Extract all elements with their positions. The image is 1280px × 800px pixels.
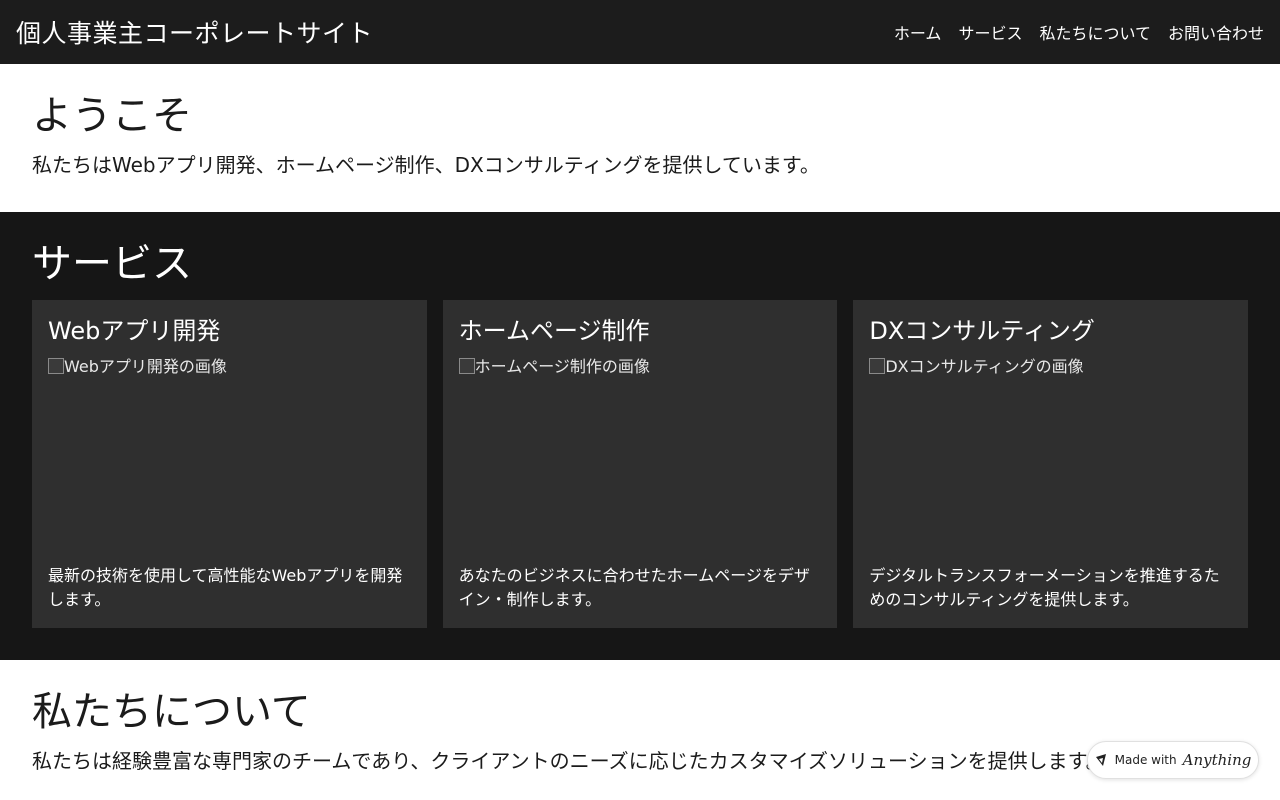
welcome-heading: ようこそ xyxy=(32,93,192,139)
service-image-alt: Webアプリ開発の画像 xyxy=(64,357,227,376)
service-card-webapp: Webアプリ開発 Webアプリ開発の画像 最新の技術を使用して高性能なWebアプ… xyxy=(32,300,427,628)
broken-image-icon xyxy=(458,358,475,374)
broken-image-icon xyxy=(869,358,886,374)
service-card-title: DXコンサルティング xyxy=(869,317,1095,345)
site-header: 個人事業主コーポレートサイト ホーム サービス 私たちについて お問い合わせ xyxy=(0,0,1280,64)
about-heading: 私たちについて xyxy=(32,689,311,735)
service-card-homepage: ホームページ制作 ホームページ制作の画像 あなたのビジネスに合わせたホームページ… xyxy=(442,300,838,628)
service-image-homepage: ホームページ制作の画像 xyxy=(458,356,822,544)
service-card-title: ホームページ制作 xyxy=(458,317,650,345)
service-card-title: Webアプリ開発 xyxy=(48,317,221,345)
services-section: サービス Webアプリ開発 Webアプリ開発の画像 最新の技術を使用して高性能な… xyxy=(0,212,1280,660)
about-text: 私たちは経験豊富な専門家のチームであり、クライアントのニーズに応じたカスタマイズ… xyxy=(32,749,1106,773)
welcome-section: ようこそ 私たちはWebアプリ開発、ホームページ制作、DXコンサルティングを提供… xyxy=(0,64,1280,212)
nav-link-contact[interactable]: お問い合わせ xyxy=(1168,20,1264,44)
service-image-alt: DXコンサルティングの画像 xyxy=(885,357,1084,376)
nav-link-about[interactable]: 私たちについて xyxy=(1039,20,1151,44)
main-nav: ホーム サービス 私たちについて お問い合わせ xyxy=(894,20,1264,44)
service-card-description: 最新の技術を使用して高性能なWebアプリを開発します。 xyxy=(48,566,403,609)
service-image-dx: DXコンサルティングの画像 xyxy=(869,356,1232,544)
service-image-webapp: Webアプリ開発の画像 xyxy=(48,356,411,544)
site-title[interactable]: 個人事業主コーポレートサイト xyxy=(16,14,373,50)
about-section: 私たちについて 私たちは経験豊富な専門家のチームであり、クライアントのニーズに応… xyxy=(0,660,1280,800)
service-cards: Webアプリ開発 Webアプリ開発の画像 最新の技術を使用して高性能なWebアプ… xyxy=(32,300,1249,628)
service-image-alt: ホームページ制作の画像 xyxy=(474,357,650,376)
service-card-dx: DXコンサルティング DXコンサルティングの画像 デジタルトランスフォーメーショ… xyxy=(853,300,1249,628)
broken-image-icon xyxy=(48,358,64,374)
service-card-description: デジタルトランスフォーメーションを推進するためのコンサルティングを提供します。 xyxy=(869,566,1220,609)
service-card-description: あなたのビジネスに合わせたホームページをデザイン・制作します。 xyxy=(458,566,810,609)
anything-logo-icon xyxy=(1095,754,1106,766)
nav-link-home[interactable]: ホーム xyxy=(894,20,942,44)
services-heading: サービス xyxy=(32,241,192,287)
badge-brand: Anything xyxy=(1182,751,1252,769)
nav-link-services[interactable]: サービス xyxy=(958,20,1022,44)
welcome-text: 私たちはWebアプリ開発、ホームページ制作、DXコンサルティングを提供しています… xyxy=(32,153,820,177)
made-with-badge[interactable]: Made with Anything xyxy=(1087,741,1259,779)
badge-prefix: Made with xyxy=(1114,753,1177,767)
